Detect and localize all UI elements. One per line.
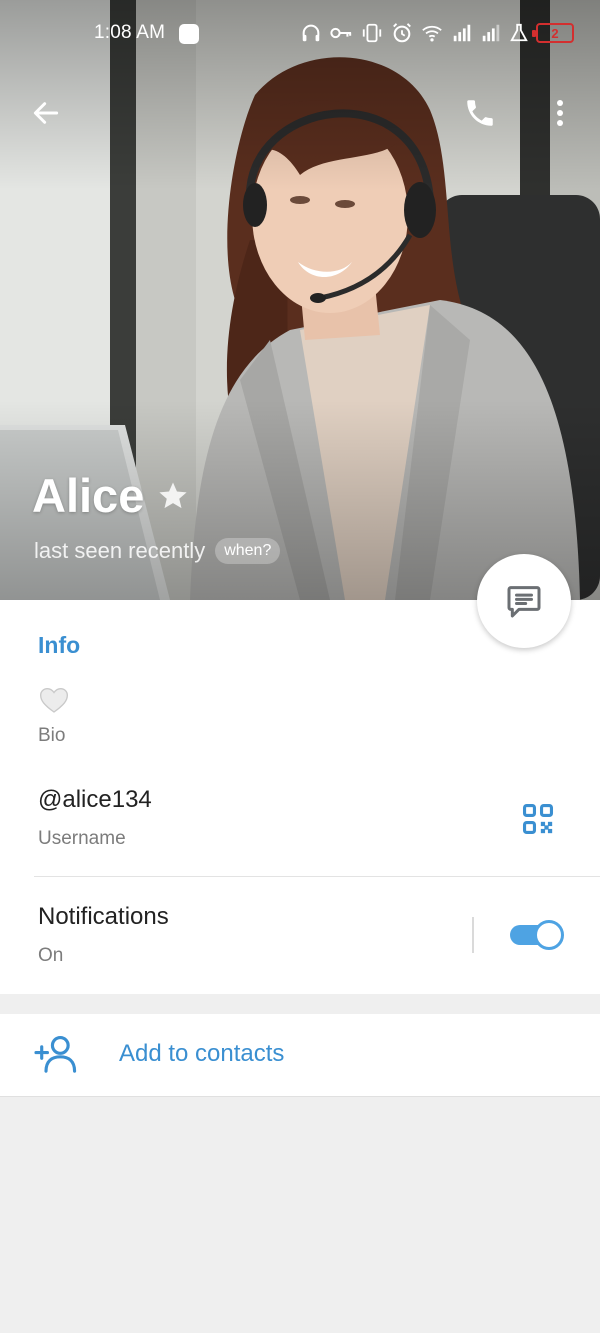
last-seen-row: last seen recently when? bbox=[34, 538, 281, 564]
vpn-key-icon bbox=[330, 27, 352, 39]
signal-icon bbox=[453, 24, 471, 42]
notifications-status: On bbox=[38, 945, 64, 966]
message-icon bbox=[507, 586, 541, 618]
status-time: 1:08 AM bbox=[94, 22, 166, 43]
signal-icon bbox=[482, 24, 500, 42]
battery-level: 2 bbox=[551, 25, 559, 41]
vertical-divider bbox=[472, 917, 474, 953]
username-label: Username bbox=[38, 828, 126, 849]
when-button[interactable]: when? bbox=[215, 538, 281, 564]
vibrate-icon bbox=[362, 23, 382, 43]
info-section-title: Info bbox=[38, 632, 81, 658]
notifications-title[interactable]: Notifications bbox=[38, 903, 169, 931]
divider bbox=[34, 876, 600, 877]
battery-indicator: 2 bbox=[532, 23, 574, 43]
lab-flask-icon bbox=[510, 23, 528, 42]
qr-code-button[interactable] bbox=[518, 799, 558, 839]
wifi-icon bbox=[422, 25, 442, 42]
last-seen-text: last seen recently bbox=[34, 538, 206, 563]
headphones-icon bbox=[302, 24, 320, 42]
send-message-button[interactable] bbox=[477, 554, 571, 648]
notifications-toggle[interactable] bbox=[508, 920, 564, 950]
arrow-left-icon bbox=[33, 102, 59, 124]
add-to-contacts-label: Add to contacts bbox=[119, 1040, 285, 1067]
alarm-icon bbox=[393, 23, 411, 43]
profile-name: Alice bbox=[32, 469, 145, 522]
profile-name-row: Alice bbox=[32, 468, 190, 523]
more-vertical-icon bbox=[557, 100, 563, 126]
call-button[interactable] bbox=[458, 93, 502, 133]
status-bar: 1:08 AM 2 bbox=[0, 0, 600, 66]
add-person-icon bbox=[34, 1036, 77, 1073]
more-options-button[interactable] bbox=[542, 93, 578, 133]
toggle-knob bbox=[534, 920, 564, 950]
info-section: Info Bio @alice134 Username Notification… bbox=[0, 600, 600, 994]
username-value[interactable]: @alice134 bbox=[38, 786, 152, 814]
white-heart-icon bbox=[39, 687, 69, 713]
notification-app-icon bbox=[179, 24, 199, 44]
phone-icon bbox=[467, 100, 493, 126]
status-icons: 2 bbox=[300, 20, 574, 46]
star-icon[interactable] bbox=[156, 479, 190, 513]
back-button[interactable] bbox=[26, 93, 66, 133]
add-to-contacts-row[interactable]: Add to contacts bbox=[0, 1014, 600, 1097]
bio-label: Bio bbox=[38, 725, 66, 746]
qr-code-icon bbox=[522, 803, 554, 835]
